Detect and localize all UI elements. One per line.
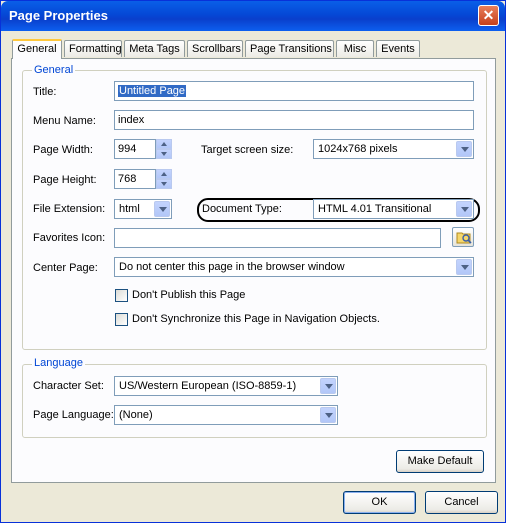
tab-general[interactable]: General xyxy=(12,39,62,59)
page-width-down-arrow-icon[interactable] xyxy=(156,149,172,159)
menu-name-label: Menu Name: xyxy=(33,115,96,127)
document-type-label: Document Type: xyxy=(202,203,282,215)
page-height-spinner[interactable] xyxy=(156,169,172,189)
menu-name-field[interactable]: index xyxy=(114,110,474,130)
page-height-label: Page Height: xyxy=(33,174,97,186)
favorites-icon-field[interactable] xyxy=(114,228,441,248)
dont-sync-checkbox[interactable] xyxy=(115,313,128,326)
language-group-label: Language xyxy=(32,357,85,369)
tab-formatting[interactable]: Formatting xyxy=(64,40,122,57)
page-height-up-arrow-icon[interactable] xyxy=(156,169,172,179)
center-page-label: Center Page: xyxy=(33,262,98,274)
file-extension-select[interactable]: html xyxy=(114,199,172,219)
character-set-label: Character Set: xyxy=(33,380,104,392)
page-width-field[interactable]: 994 xyxy=(114,139,156,159)
file-extension-label: File Extension: xyxy=(33,203,106,215)
document-type-select[interactable]: HTML 4.01 Transitional xyxy=(313,199,474,219)
dont-publish-label[interactable]: Don't Publish this Page xyxy=(132,289,245,301)
chevron-down-icon[interactable] xyxy=(320,407,336,423)
page-language-value: (None) xyxy=(119,409,153,421)
make-default-button[interactable]: Make Default xyxy=(396,450,484,473)
general-group-label: General xyxy=(32,64,76,76)
window-title: Page Properties xyxy=(9,8,108,23)
character-set-value: US/Western European (ISO-8859-1) xyxy=(119,380,297,392)
tab-misc[interactable]: Misc xyxy=(336,40,374,57)
cancel-button[interactable]: Cancel xyxy=(425,491,498,514)
title-bar[interactable]: Page Properties ✕ xyxy=(1,1,505,31)
page-height-down-arrow-icon[interactable] xyxy=(156,179,172,189)
page-language-label: Page Language: xyxy=(33,409,114,421)
page-width-spinner[interactable] xyxy=(156,139,172,159)
general-tab-panel: General Title: Untitled Page Menu Name: … xyxy=(11,58,496,483)
target-screen-value: 1024x768 pixels xyxy=(318,143,398,155)
chevron-down-icon[interactable] xyxy=(320,378,336,394)
tab-events[interactable]: Events xyxy=(376,40,420,57)
character-set-select[interactable]: US/Western European (ISO-8859-1) xyxy=(114,376,338,396)
chevron-down-icon[interactable] xyxy=(456,259,472,275)
title-field[interactable]: Untitled Page xyxy=(114,81,474,101)
title-label: Title: xyxy=(33,86,57,98)
page-language-select[interactable]: (None) xyxy=(114,405,338,425)
tab-page-transitions[interactable]: Page Transitions xyxy=(245,40,334,57)
center-page-value: Do not center this page in the browser w… xyxy=(119,261,345,273)
tab-meta-tags[interactable]: Meta Tags xyxy=(124,40,185,57)
favorites-icon-label: Favorites Icon: xyxy=(33,232,106,244)
ok-button[interactable]: OK xyxy=(343,491,416,514)
center-page-select[interactable]: Do not center this page in the browser w… xyxy=(114,257,474,277)
tab-scrollbars[interactable]: Scrollbars xyxy=(187,40,243,57)
document-type-value: HTML 4.01 Transitional xyxy=(318,203,432,215)
target-screen-label: Target screen size: xyxy=(201,144,294,156)
page-width-label: Page Width: xyxy=(33,144,93,156)
chevron-down-icon[interactable] xyxy=(456,201,472,217)
title-field-value: Untitled Page xyxy=(118,85,187,97)
browse-button[interactable] xyxy=(452,227,474,247)
target-screen-select[interactable]: 1024x768 pixels xyxy=(313,139,474,159)
dont-publish-checkbox[interactable] xyxy=(115,289,128,302)
close-button[interactable]: ✕ xyxy=(478,5,499,26)
page-width-up-arrow-icon[interactable] xyxy=(156,139,172,149)
page-height-field[interactable]: 768 xyxy=(114,169,156,189)
page-properties-dialog: Page Properties ✕ General Formatting Met… xyxy=(0,0,506,523)
chevron-down-icon[interactable] xyxy=(154,201,170,217)
chevron-down-icon[interactable] xyxy=(456,141,472,157)
file-extension-value: html xyxy=(119,203,140,215)
browse-folder-icon xyxy=(456,232,472,244)
dont-sync-label[interactable]: Don't Synchronize this Page in Navigatio… xyxy=(132,313,380,325)
